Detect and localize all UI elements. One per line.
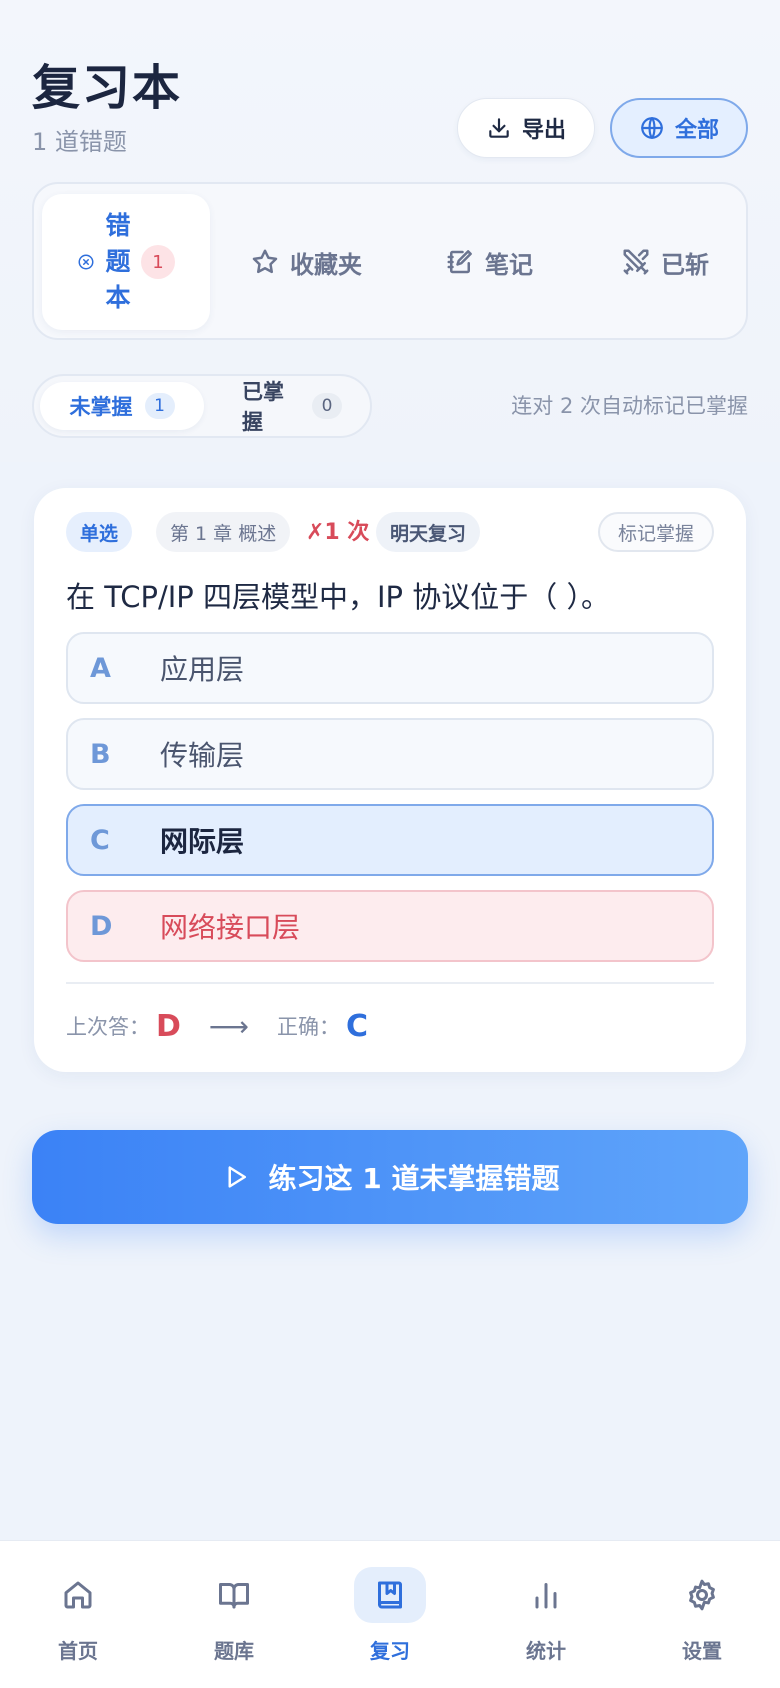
tab-slashed[interactable]: 已斩 (590, 194, 740, 330)
segment-mastered[interactable]: 已掌握 0 (222, 380, 362, 434)
close-circle-icon (78, 254, 94, 270)
book-open-icon (219, 1583, 249, 1609)
gear-icon (689, 1579, 715, 1611)
tab-wrong-label: 错题本 (105, 211, 131, 312)
nav-stats-label: 统计 (526, 1639, 566, 1663)
category-tabbar: 错题本 1 收藏夹 笔记 已斩 (32, 182, 748, 340)
swords-icon (623, 249, 649, 275)
star-icon (252, 249, 278, 274)
segment-mastered-count: 0 (312, 393, 342, 419)
segment-unmastered-count: 1 (144, 393, 175, 419)
nav-bank-label: 题库 (214, 1639, 254, 1663)
correct-answer-label: 正确： (277, 1015, 341, 1039)
practice-button[interactable]: 练习这 1 道未掌握错题 (32, 1130, 748, 1224)
header: 复习本 1 道错题 导出 全部 (32, 44, 748, 164)
option-letter: A (90, 652, 111, 684)
review-schedule-chip: 明天复习 (376, 512, 481, 552)
page-subtitle: 1 道错题 (32, 128, 127, 156)
option-text: 传输层 (160, 739, 245, 772)
download-icon (489, 118, 509, 138)
correct-answer-value: C (346, 1008, 369, 1044)
export-label: 导出 (521, 118, 566, 143)
tab-notes-label: 笔记 (485, 250, 533, 279)
nav-review-icon-wrap (354, 1567, 426, 1623)
option-c-correct[interactable]: C 网际层 (66, 804, 714, 876)
globe-icon (641, 117, 663, 139)
mark-mastered-button[interactable]: 标记掌握 (598, 512, 714, 552)
option-d-wrong[interactable]: D 网络接口层 (66, 890, 714, 962)
tab-favorites-label: 收藏夹 (290, 250, 362, 279)
nav-home-label: 首页 (58, 1639, 98, 1663)
nav-settings-label: 设置 (682, 1639, 722, 1663)
practice-button-label: 练习这 1 道未掌握错题 (268, 1162, 560, 1195)
bottom-nav: 首页 题库 复习 统计 设置 (0, 1540, 780, 1688)
tab-favorites[interactable]: 收藏夹 (226, 194, 386, 330)
chapter-chip: 第 1 章 概述 (156, 512, 291, 552)
option-text: 应用层 (160, 653, 245, 686)
nav-stats-icon-wrap (510, 1567, 582, 1623)
tab-wrong-questions[interactable]: 错题本 1 (42, 194, 210, 330)
nav-home[interactable]: 首页 (18, 1567, 138, 1667)
card-divider (66, 982, 714, 984)
nav-home-icon-wrap (42, 1567, 114, 1623)
option-b[interactable]: B 传输层 (66, 718, 714, 790)
option-a[interactable]: A 应用层 (66, 632, 714, 704)
bar-chart-icon (535, 1583, 557, 1609)
option-letter: B (90, 738, 111, 770)
nav-settings-icon-wrap (666, 1567, 738, 1623)
question-card: 单选 第 1 章 概述 ✗1 次 明天复习 标记掌握 在 TCP/IP 四层模型… (34, 488, 746, 1072)
notebook-pen-icon (447, 250, 472, 274)
tab-slashed-label: 已斩 (661, 250, 709, 279)
all-filter-button[interactable]: 全部 (610, 98, 748, 158)
option-letter: D (90, 910, 113, 942)
auto-mastery-hint: 连对 2 次自动标记已掌握 (511, 394, 748, 418)
option-text: 网络接口层 (160, 911, 301, 944)
mastery-segmented-control: 未掌握 1 已掌握 0 (32, 374, 372, 438)
answer-summary: 上次答： D ⟶ 正确： C (66, 1004, 368, 1048)
export-button[interactable]: 导出 (457, 98, 595, 158)
option-text: 网际层 (160, 825, 245, 858)
arrow-right-icon: ⟶ (208, 1009, 250, 1043)
nav-bank-icon-wrap (198, 1567, 270, 1623)
segment-unmastered[interactable]: 未掌握 1 (40, 382, 204, 430)
option-letter: C (90, 824, 110, 856)
play-icon (228, 1166, 246, 1188)
home-icon (64, 1581, 92, 1609)
nav-settings[interactable]: 设置 (642, 1567, 762, 1667)
nav-stats[interactable]: 统计 (486, 1567, 606, 1667)
all-label: 全部 (674, 118, 719, 143)
bookmark-book-icon (378, 1581, 402, 1609)
nav-question-bank[interactable]: 题库 (174, 1567, 294, 1667)
last-answer-value: D (156, 1008, 181, 1044)
wrong-count-chip: ✗1 次 (306, 520, 370, 545)
tab-notes[interactable]: 笔记 (414, 194, 564, 330)
question-text: 在 TCP/IP 四层模型中，IP 协议位于（ ）。 (66, 580, 610, 614)
page-title: 复习本 (32, 60, 183, 116)
last-answer-label: 上次答： (66, 1015, 150, 1039)
question-type-chip: 单选 (66, 512, 133, 552)
segment-mastered-label: 已掌握 (242, 380, 284, 434)
nav-review[interactable]: 复习 (330, 1567, 450, 1667)
tab-wrong-count-badge: 1 (141, 245, 175, 279)
segment-unmastered-label: 未掌握 (69, 395, 133, 419)
nav-review-label: 复习 (370, 1639, 410, 1663)
